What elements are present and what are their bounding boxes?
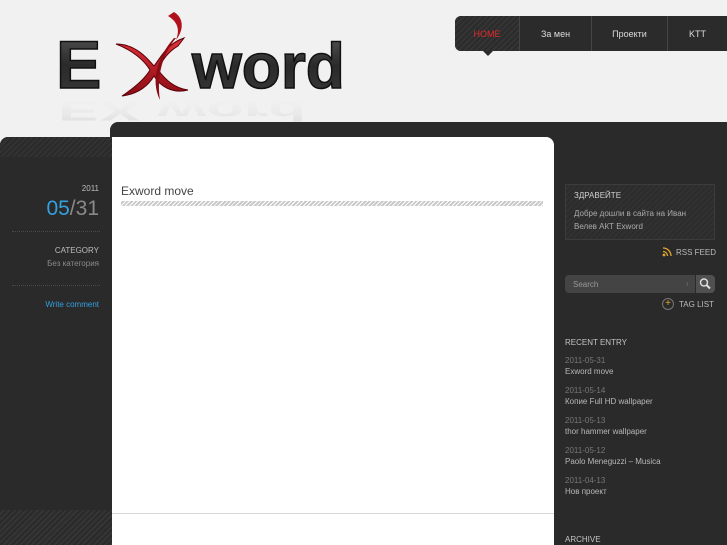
post-day: 31 — [75, 197, 99, 220]
recent-entry-link[interactable]: thor hammer wallpaper — [565, 427, 661, 436]
recent-entry: 2011-05-13 thor hammer wallpaper — [565, 416, 661, 446]
recent-entry-link[interactable]: Копие Full HD wallpaper — [565, 397, 661, 406]
nav-item-home[interactable]: HOME — [455, 16, 519, 51]
meta-divider — [12, 231, 100, 232]
tag-list-link[interactable]: + TAG LIST — [662, 298, 714, 310]
recent-entry-heading: RECENT ENTRY — [565, 338, 627, 347]
post-title-rule — [121, 201, 543, 206]
recent-entry-link[interactable]: Paolo Meneguzzi – Musica — [565, 457, 661, 466]
logo[interactable]: EX word E word — [56, 4, 396, 132]
recent-entry-date: 2011-05-31 — [565, 356, 606, 365]
logo-wordmark: word — [191, 30, 345, 102]
category-label: CATEGORY — [54, 246, 99, 255]
recent-entry: 2011-05-12 Paolo Meneguzzi – Musica — [565, 446, 661, 476]
rss-label: RSS FEED — [676, 247, 717, 257]
recent-entry-link[interactable]: Exword move — [565, 367, 661, 376]
nav-item-projects[interactable]: Проекти — [591, 16, 667, 51]
recent-entry: 2011-05-14 Копие Full HD wallpaper — [565, 386, 661, 416]
category-value[interactable]: Без категория — [47, 259, 99, 268]
search-button[interactable] — [696, 275, 715, 293]
magnifier-icon — [699, 278, 711, 290]
recent-entry-link[interactable]: Нов проект — [565, 487, 661, 496]
chevron-right-icon: › — [686, 279, 689, 288]
svg-text:E: E — [56, 27, 101, 103]
recent-entry-list: 2011-05-31 Exword move 2011-05-14 Копие … — [565, 356, 661, 506]
recent-entry-date: 2011-05-14 — [565, 386, 606, 395]
welcome-text: Добре дошли в сайта на Иван Велев АКТ Ex… — [574, 209, 687, 231]
left-column-texture-top — [0, 137, 112, 157]
archive-heading: ARCHIVE — [565, 535, 601, 544]
rss-feed-link[interactable]: RSS FEED — [662, 247, 716, 257]
nav-item-about[interactable]: За мен — [519, 16, 591, 51]
post-date: 05/31 — [46, 197, 99, 221]
post-title[interactable]: Exword move — [121, 184, 194, 198]
search-input[interactable] — [565, 275, 683, 293]
recent-entry-date: 2011-05-12 — [565, 446, 606, 455]
recent-entry-date: 2011-05-13 — [565, 416, 606, 425]
post-year: 2011 — [81, 184, 99, 193]
content-divider — [112, 513, 554, 514]
welcome-box: ЗДРАВЕЙТЕ Добре дошли в сайта на Иван Ве… — [565, 184, 715, 240]
recent-entry: 2011-04-13 Нов проект — [565, 476, 661, 506]
rss-icon — [662, 247, 672, 257]
main-nav: HOME За мен Проекти KTT — [455, 16, 727, 51]
write-comment-link[interactable]: Write comment — [45, 300, 99, 309]
nav-active-pointer — [483, 51, 493, 56]
nav-item-ktt[interactable]: KTT — [667, 16, 727, 51]
search-box: › — [565, 275, 695, 293]
post-month: 05 — [46, 197, 70, 220]
content-card: Exword move — [112, 137, 554, 545]
recent-entry: 2011-05-31 Exword move — [565, 356, 661, 386]
left-column-texture-bottom — [0, 510, 112, 545]
meta-divider — [12, 285, 100, 286]
welcome-title: ЗДРАВЕЙТЕ — [574, 191, 622, 200]
plus-circle-icon: + — [662, 298, 674, 310]
tag-list-label: TAG LIST — [679, 299, 714, 309]
recent-entry-date: 2011-04-13 — [565, 476, 606, 485]
